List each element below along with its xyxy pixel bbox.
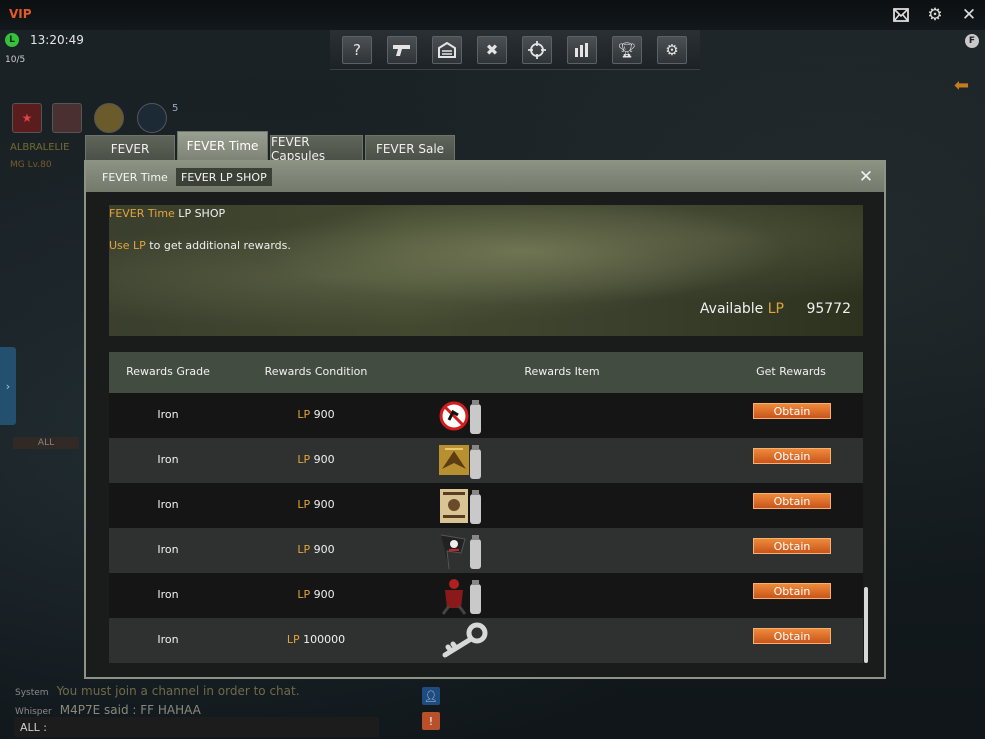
tab-fever-capsules[interactable]: FEVER Capsules <box>270 135 363 163</box>
tools-icon[interactable]: ✖ <box>477 36 507 64</box>
col-rewards-grade: Rewards Grade <box>126 365 210 378</box>
table-row: Iron LP 900 Obtain <box>109 393 863 438</box>
available-lp-value: 95772 <box>806 301 851 317</box>
grade-cell: Iron <box>157 633 179 646</box>
table-row: Iron LP 100000 Obtain <box>109 618 863 663</box>
obtain-button[interactable]: Obtain <box>753 448 831 464</box>
trophy-icon[interactable]: 🏆︎ <box>612 36 642 64</box>
chat-channel-prefix: ALL : <box>20 720 47 734</box>
garage-icon[interactable] <box>432 36 462 64</box>
close-icon[interactable]: ✕ <box>959 5 979 25</box>
emblem-icon <box>94 103 124 133</box>
grade-cell: Iron <box>157 543 179 556</box>
help-icon[interactable]: ? <box>342 36 372 64</box>
col-rewards-item: Rewards Item <box>524 365 600 378</box>
key-icon <box>439 621 488 661</box>
col-get-rewards: Get Rewards <box>756 365 826 378</box>
condition-cell: LP 900 <box>297 588 335 601</box>
pirate-flag-spray-icon <box>439 531 483 571</box>
red-warrior-spray-icon <box>439 576 483 616</box>
clock: L 13:20:49 <box>5 33 84 47</box>
subtab-fever-time[interactable]: FEVER Time <box>97 168 173 186</box>
clock-time: 13:20:49 <box>30 33 84 47</box>
table-row: Iron LP 900 Obtain <box>109 483 863 528</box>
stats-icon[interactable] <box>567 36 597 64</box>
gear-icon[interactable]: ⚙ <box>925 5 945 25</box>
obtain-button[interactable]: Obtain <box>753 583 831 599</box>
condition-cell: LP 100000 <box>286 633 346 646</box>
panel-header: FEVER Time FEVER LP SHOP ✕ <box>86 162 884 192</box>
banner-description: Use LP to get additional rewards. <box>109 239 291 252</box>
wanted-poster-spray-icon <box>439 486 483 526</box>
player-level: MG Lv.80 <box>10 160 52 170</box>
condition-cell: LP 900 <box>297 498 335 511</box>
tab-fever[interactable]: FEVER <box>85 135 175 161</box>
settings-icon[interactable]: ⚙ <box>657 36 687 64</box>
f-badge-icon[interactable]: F <box>965 34 979 48</box>
grade-cell: Iron <box>157 408 179 421</box>
obtain-button[interactable]: Obtain <box>753 493 831 509</box>
chat-input[interactable]: ALL : <box>14 717 379 737</box>
close-icon[interactable]: ✕ <box>856 167 876 187</box>
available-lp: Available LP 95772 <box>699 301 851 317</box>
tab-fever-time[interactable]: FEVER Time <box>177 131 268 160</box>
avatar <box>52 103 82 133</box>
banner-title: FEVER Time LP SHOP <box>109 207 226 220</box>
left-expand-tab[interactable]: › <box>0 347 16 425</box>
obtain-button[interactable]: Obtain <box>753 403 831 419</box>
chat-system-line: System You must join a channel in order t… <box>15 684 300 698</box>
condition-cell: LP 900 <box>297 408 335 421</box>
no-entry-spray-icon <box>439 396 483 436</box>
player-name: ALBRALELIE <box>10 142 70 153</box>
subtab-lp-shop[interactable]: FEVER LP SHOP <box>176 168 272 186</box>
player-count: 5 <box>172 103 179 114</box>
channel-badge: ALL <box>13 437 79 449</box>
clan-icon <box>137 103 167 133</box>
rank-star-icon: ★ <box>12 103 42 133</box>
col-rewards-condition: Rewards Condition <box>264 365 368 378</box>
obtain-button[interactable]: Obtain <box>753 538 831 554</box>
crosshair-icon[interactable] <box>522 36 552 64</box>
obtain-button[interactable]: Obtain <box>753 628 831 644</box>
arrow-left-icon[interactable]: ⬅ <box>954 77 980 95</box>
vip-label: VIP <box>9 7 32 21</box>
alert-icon[interactable]: ! <box>422 712 440 730</box>
table-row: Iron LP 900 Obtain <box>109 573 863 618</box>
condition-cell: LP 900 <box>297 453 335 466</box>
table-row: Iron LP 900 Obtain <box>109 438 863 483</box>
main-menu-bar: ? ✖ 🏆︎ ⚙ <box>330 30 700 70</box>
fever-panel: FEVER Time FEVER LP SHOP ✕ FEVER Time LP… <box>84 160 886 679</box>
golden-eagle-spray-icon <box>439 441 483 481</box>
table-header: Rewards Grade Rewards Condition Rewards … <box>109 352 863 393</box>
pistol-icon[interactable] <box>387 36 417 64</box>
chat-whisper-line: Whisper M4P7E said : FF HAHAA <box>15 703 201 717</box>
tab-fever-sale[interactable]: FEVER Sale <box>365 135 455 161</box>
lp-shop-banner: FEVER Time LP SHOP Use LP to get additio… <box>109 205 863 336</box>
table-scrollbar[interactable] <box>864 587 868 663</box>
clock-icon: L <box>5 33 19 47</box>
counter-text: 10/5 <box>5 55 26 65</box>
condition-cell: LP 900 <box>297 543 335 556</box>
table-row: Iron LP 900 Obtain <box>109 528 863 573</box>
top-bar: VIP ⚙ ✕ <box>0 0 985 30</box>
grade-cell: Iron <box>157 453 179 466</box>
grade-cell: Iron <box>157 498 179 511</box>
grade-cell: Iron <box>157 588 179 601</box>
user-icon[interactable]: 👤︎ <box>422 687 440 705</box>
mail-icon[interactable] <box>891 5 911 25</box>
